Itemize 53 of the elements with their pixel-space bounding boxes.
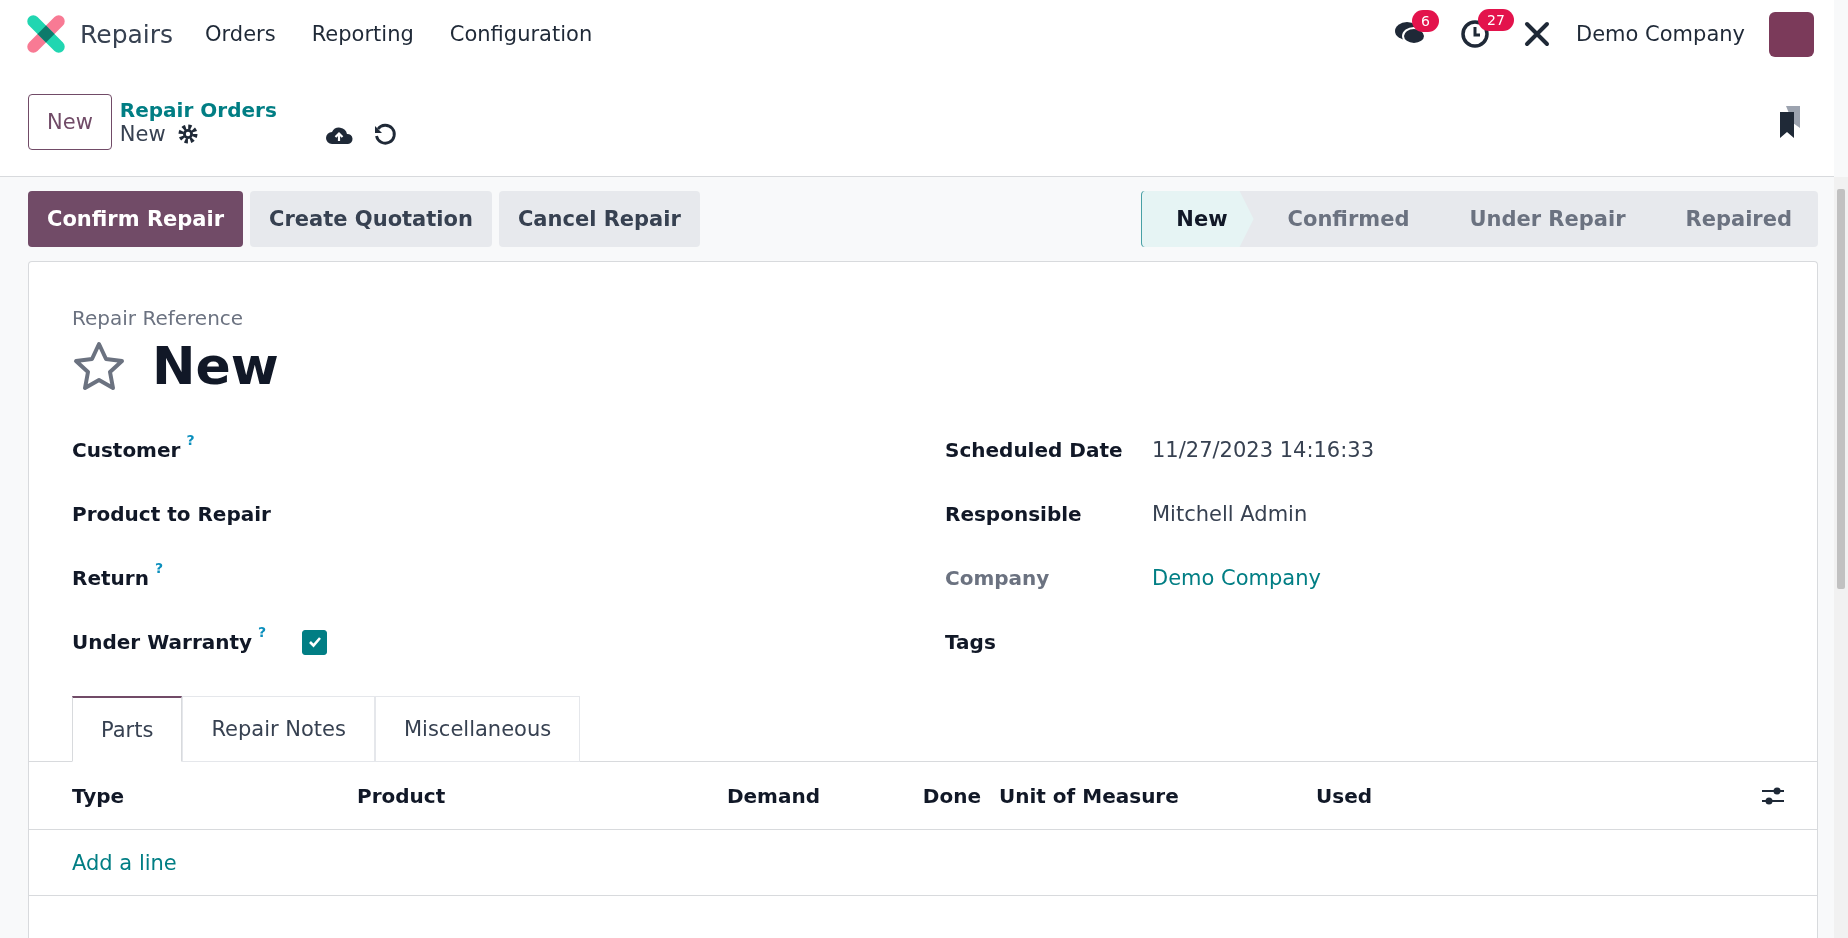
record-title: New	[152, 336, 279, 396]
company-switcher[interactable]: Demo Company	[1576, 22, 1745, 46]
status-stage[interactable]: Confirmed	[1253, 191, 1436, 247]
checkbox[interactable]	[302, 629, 327, 655]
field-value: 11/27/2023 14:16:33	[1152, 438, 1375, 462]
column-header: Done	[921, 783, 981, 808]
bookmark-icon[interactable]	[1778, 106, 1802, 138]
column-header: Type	[72, 783, 126, 808]
field-label: Responsible	[945, 502, 1082, 526]
column-header: Demand	[725, 783, 820, 808]
status-stage[interactable]: New	[1141, 191, 1254, 247]
field-label: Repair Reference	[72, 306, 245, 330]
star-icon[interactable]	[72, 341, 126, 391]
column-header: Unit of Measure	[998, 783, 1180, 808]
settings-icon[interactable]	[177, 124, 198, 144]
field-label: Company	[945, 566, 1050, 590]
notification-badge: 6	[1412, 10, 1439, 32]
new-button[interactable]: New	[28, 94, 112, 150]
status-stage[interactable]: Repaired	[1651, 191, 1818, 247]
app-name: Repairs	[80, 19, 174, 49]
app-logo-icon[interactable]	[26, 14, 66, 54]
field-label: Under Warranty	[72, 630, 253, 654]
column-header: Used	[1316, 783, 1374, 808]
menu-item[interactable]: Configuration	[449, 22, 593, 46]
field-label: Scheduled Date	[945, 438, 1123, 462]
menu-item[interactable]: Orders	[205, 22, 276, 46]
help-mark[interactable]: ?	[154, 560, 163, 576]
tab[interactable]: Parts	[72, 696, 183, 762]
scrollbar[interactable]	[1834, 177, 1848, 938]
field-label: Product to Repair	[72, 502, 271, 526]
notification-badge: 27	[1478, 9, 1514, 31]
field-label: Customer	[72, 438, 181, 462]
field-label: Tags	[945, 630, 996, 654]
column-header: Product	[357, 783, 447, 808]
undo-icon[interactable]	[372, 123, 397, 147]
help-mark[interactable]: ?	[258, 624, 267, 640]
menu-item[interactable]: Reporting	[311, 22, 414, 46]
action-button[interactable]: Create Quotation	[250, 191, 492, 247]
user-avatar[interactable]	[1769, 11, 1814, 57]
field-value: Mitchell Admin	[1152, 502, 1308, 526]
field-label: Return	[72, 566, 149, 590]
action-button[interactable]: Cancel Repair	[498, 191, 700, 247]
action-button[interactable]: Confirm Repair	[28, 191, 244, 247]
breadcrumb-link[interactable]: Repair Orders	[119, 98, 277, 122]
field-link[interactable]: Demo Company	[1152, 566, 1321, 590]
clock-icon[interactable]	[1460, 19, 1490, 49]
add-line-link[interactable]: Add a line	[72, 850, 177, 875]
checkmark-icon	[307, 636, 322, 648]
tab[interactable]: Repair Notes	[182, 696, 375, 762]
tab[interactable]: Miscellaneous	[374, 696, 581, 762]
record-name: New	[119, 122, 166, 146]
status-stage[interactable]: Under Repair	[1435, 191, 1652, 247]
help-mark[interactable]: ?	[186, 432, 195, 448]
